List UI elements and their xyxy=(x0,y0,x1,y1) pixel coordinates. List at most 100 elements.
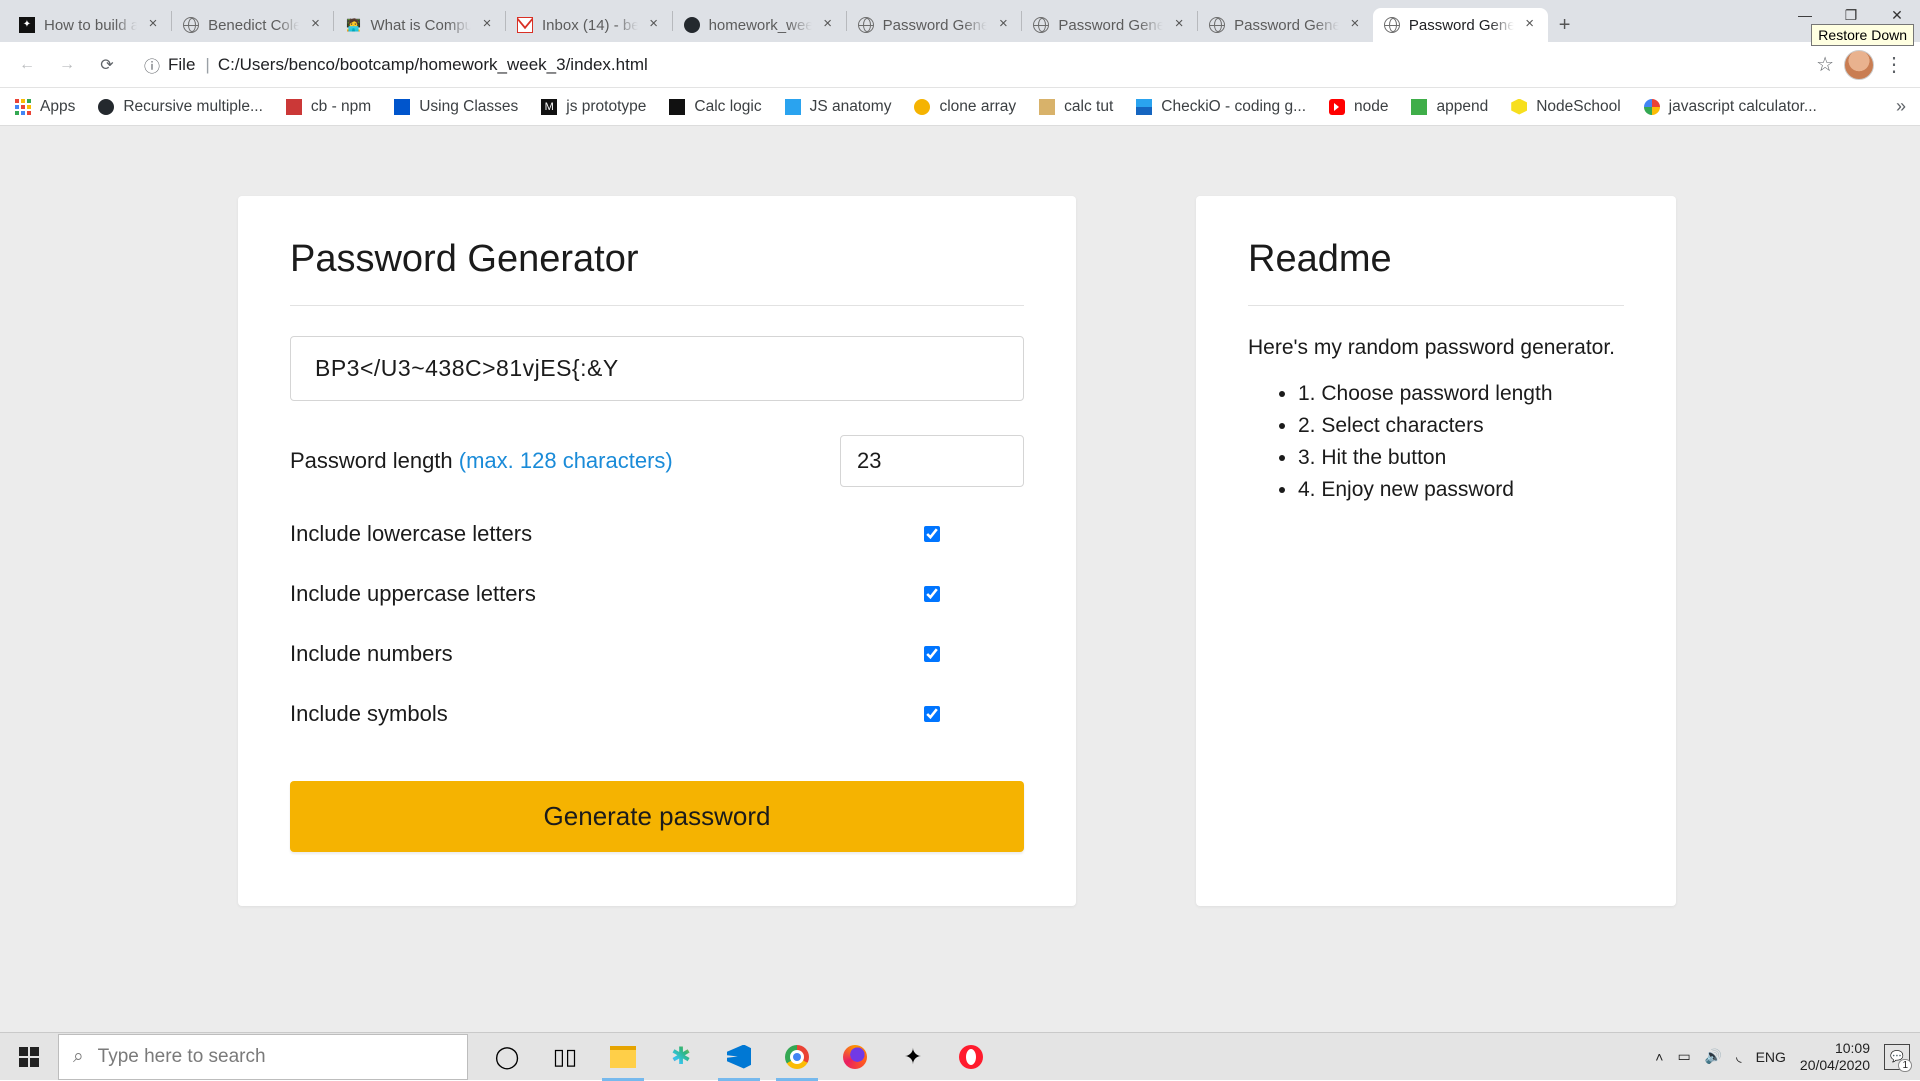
file-explorer-icon[interactable] xyxy=(594,1033,652,1081)
apps-icon xyxy=(14,98,32,116)
address-bar[interactable]: ⓘ File | C:/Users/benco/bootcamp/homewor… xyxy=(130,48,1810,82)
globe-icon xyxy=(1032,16,1050,34)
option-lowercase-checkbox[interactable] xyxy=(924,526,940,542)
cortana-icon[interactable]: ◯ xyxy=(478,1033,536,1081)
bookmark-item[interactable]: javascript calculator... xyxy=(1643,98,1817,116)
tab-title: Password Gene xyxy=(1234,17,1341,34)
bookmark-apps[interactable]: Apps xyxy=(14,98,75,116)
bookmark-item[interactable]: CheckiO - coding g... xyxy=(1135,98,1306,116)
firefox-icon[interactable] xyxy=(826,1033,884,1081)
generate-button[interactable]: Generate password xyxy=(290,781,1024,852)
wifi-icon[interactable]: ◟ xyxy=(1736,1048,1741,1065)
site-info-icon[interactable]: ⓘ xyxy=(144,53,160,77)
action-center-icon[interactable]: 💬1 xyxy=(1884,1044,1910,1070)
option-uppercase-checkbox[interactable] xyxy=(924,586,940,602)
back-button[interactable]: ← xyxy=(10,48,44,82)
favicon-icon: ✦ xyxy=(18,16,36,34)
task-view-icon[interactable]: ▯▯ xyxy=(536,1033,594,1081)
bookmark-item[interactable]: clone array xyxy=(913,98,1016,116)
close-icon[interactable]: × xyxy=(820,17,836,33)
tab-4[interactable]: homework_wee × xyxy=(673,8,846,42)
option-numbers-checkbox[interactable] xyxy=(924,646,940,662)
tab-1[interactable]: Benedict Cole × xyxy=(172,8,333,42)
github-icon xyxy=(683,16,701,34)
tab-title: Inbox (14) - be xyxy=(542,17,640,34)
tab-2[interactable]: 🧑‍💻 What is Compu × xyxy=(334,8,505,42)
npm-icon xyxy=(285,98,303,116)
volume-icon[interactable]: 🔊 xyxy=(1705,1048,1722,1065)
bookmark-item[interactable]: Using Classes xyxy=(393,98,518,116)
readme-title: Readme xyxy=(1248,238,1624,281)
favicon-icon xyxy=(913,98,931,116)
youtube-icon xyxy=(1328,98,1346,116)
chrome-icon[interactable] xyxy=(768,1033,826,1081)
globe-icon xyxy=(182,16,200,34)
list-item: 4. Enjoy new password xyxy=(1298,478,1624,502)
nodeschool-icon xyxy=(1510,98,1528,116)
tray-chevron-up-icon[interactable]: ˄ xyxy=(1655,1049,1663,1065)
close-icon[interactable]: × xyxy=(1522,17,1538,33)
app-icon[interactable]: ✦ xyxy=(884,1033,942,1081)
tab-6[interactable]: Password Gene × xyxy=(1022,8,1197,42)
close-icon[interactable]: × xyxy=(307,17,323,33)
readme-steps: 1. Choose password length 2. Select char… xyxy=(1248,382,1624,502)
tab-3[interactable]: Inbox (14) - be × xyxy=(506,8,672,42)
readme-intro: Here's my random password generator. xyxy=(1248,336,1624,360)
gmail-icon xyxy=(516,16,534,34)
close-icon[interactable]: × xyxy=(145,17,161,33)
readme-card: Readme Here's my random password generat… xyxy=(1196,196,1676,906)
globe-icon xyxy=(1208,16,1226,34)
bookmark-star-icon[interactable]: ☆ xyxy=(1816,52,1834,77)
tab-8-active[interactable]: Password Gene × xyxy=(1373,8,1548,42)
taskbar-search[interactable]: ⌕ Type here to search xyxy=(58,1034,468,1080)
tab-0[interactable]: ✦ How to build a × xyxy=(8,8,171,42)
option-symbols-checkbox[interactable] xyxy=(924,706,940,722)
favicon-icon xyxy=(1038,98,1056,116)
forward-button[interactable]: → xyxy=(50,48,84,82)
reload-button[interactable]: ⟳ xyxy=(90,48,124,82)
bookmark-item[interactable]: calc tut xyxy=(1038,98,1113,116)
start-button[interactable] xyxy=(0,1033,58,1081)
length-hint: (max. 128 characters) xyxy=(459,448,673,473)
slack-icon[interactable]: ✱ xyxy=(652,1033,710,1081)
profile-avatar[interactable] xyxy=(1844,50,1874,80)
windows-logo-icon xyxy=(19,1047,39,1067)
favicon-icon: 🧑‍💻 xyxy=(344,16,362,34)
google-icon xyxy=(1643,98,1661,116)
bookmark-item[interactable]: NodeSchool xyxy=(1510,98,1620,116)
list-item: 1. Choose password length xyxy=(1298,382,1624,406)
opera-icon[interactable] xyxy=(942,1033,1000,1081)
github-icon xyxy=(97,98,115,116)
close-icon[interactable]: × xyxy=(995,17,1011,33)
tab-title: Password Gene xyxy=(883,17,990,34)
tab-title: Password Gene xyxy=(1058,17,1165,34)
taskbar-clock[interactable]: 10:09 20/04/2020 xyxy=(1800,1040,1870,1072)
close-icon[interactable]: × xyxy=(479,17,495,33)
vscode-icon[interactable] xyxy=(710,1033,768,1081)
new-tab-button[interactable]: + xyxy=(1548,8,1582,42)
bookmark-item[interactable]: Calc logic xyxy=(668,98,761,116)
close-icon[interactable]: × xyxy=(1347,17,1363,33)
medium-icon: M xyxy=(540,98,558,116)
language-indicator[interactable]: ENG xyxy=(1756,1049,1786,1065)
bookmark-item[interactable]: JS anatomy xyxy=(784,98,892,116)
battery-icon[interactable]: ▭ xyxy=(1677,1048,1690,1065)
tab-7[interactable]: Password Gene × xyxy=(1198,8,1373,42)
password-output[interactable] xyxy=(290,336,1024,401)
favicon-icon xyxy=(784,98,802,116)
bookmarks-overflow-icon[interactable]: » xyxy=(1896,96,1906,117)
length-input[interactable] xyxy=(840,435,1024,487)
close-icon[interactable]: × xyxy=(1171,17,1187,33)
bookmark-item[interactable]: Mjs prototype xyxy=(540,98,646,116)
bookmark-item[interactable]: cb - npm xyxy=(285,98,371,116)
page-viewport: Password Generator Password length (max.… xyxy=(0,126,1920,1032)
close-icon[interactable]: × xyxy=(646,17,662,33)
bookmark-item[interactable]: node xyxy=(1328,98,1388,116)
tab-5[interactable]: Password Gene × xyxy=(847,8,1022,42)
chrome-menu-icon[interactable]: ⋮ xyxy=(1884,52,1904,77)
generator-card: Password Generator Password length (max.… xyxy=(238,196,1076,906)
bookmark-item[interactable]: append xyxy=(1410,98,1488,116)
favicon-icon xyxy=(1410,98,1428,116)
bookmark-item[interactable]: Recursive multiple... xyxy=(97,98,263,116)
page-title: Password Generator xyxy=(290,238,1024,281)
